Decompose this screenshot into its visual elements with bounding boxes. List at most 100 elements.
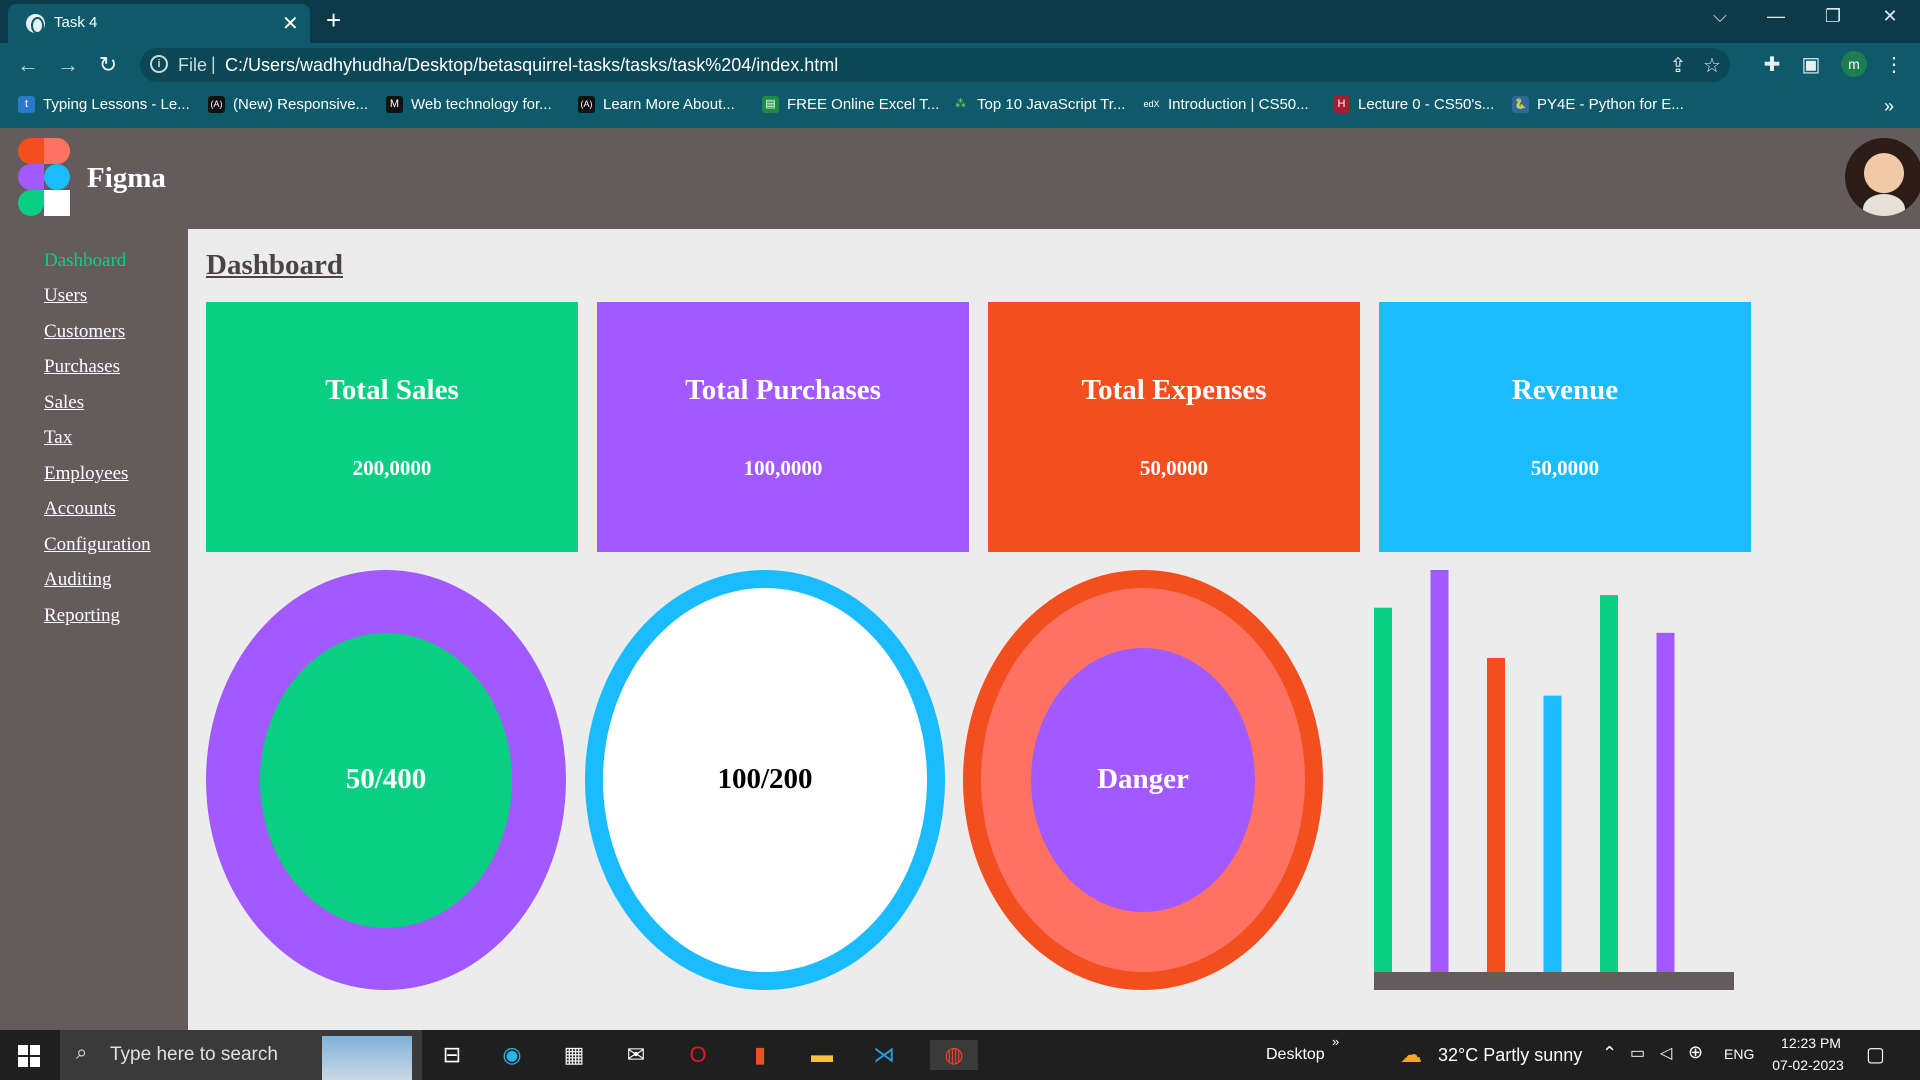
bookmark-item[interactable]: (A) Learn More About... xyxy=(578,96,735,113)
typing-icon: t xyxy=(18,96,35,113)
sidebar-item-tax[interactable]: Tax xyxy=(44,427,72,449)
mdn-icon: M xyxy=(386,96,403,113)
search-icon: ⌕ xyxy=(76,1042,88,1064)
site-info-icon[interactable]: i xyxy=(150,55,168,73)
harvard-icon: H xyxy=(1333,96,1350,113)
weather-text[interactable]: 32°C Partly sunny xyxy=(1438,1045,1582,1066)
sidebar-item-auditing[interactable]: Auditing xyxy=(44,569,112,591)
notifications-icon[interactable]: ▢ xyxy=(1866,1042,1885,1067)
sidebar: Dashboard Users Customers Purchases Sale… xyxy=(0,229,188,1030)
windows-start-icon[interactable] xyxy=(18,1045,40,1067)
fcc-icon: (A) xyxy=(578,96,595,113)
bookmark-item[interactable]: t Typing Lessons - Le... xyxy=(18,96,190,113)
sidebar-item-sales[interactable]: Sales xyxy=(44,392,84,414)
share-icon[interactable]: ⇪ xyxy=(1664,53,1692,78)
new-tab-button[interactable]: + xyxy=(326,5,341,36)
stat-card-value: 100,0000 xyxy=(743,456,823,480)
bookmarks-bar: t Typing Lessons - Le... (A) (New) Respons… xyxy=(0,88,1920,128)
bookmark-item[interactable]: (A) (New) Responsive... xyxy=(208,96,368,113)
browser-tab[interactable]: Task 4 ✕ xyxy=(8,4,310,43)
sidebar-item-purchases[interactable]: Purchases xyxy=(44,356,120,378)
close-window-button[interactable]: ✕ xyxy=(1868,6,1912,27)
chrome-icon[interactable]: ◍ xyxy=(930,1040,978,1070)
chart-bar xyxy=(1487,657,1505,972)
stat-card-total-purchases: Total Purchases 100,0000 xyxy=(597,302,969,552)
tab-search-button[interactable]: ⌵ xyxy=(1698,6,1742,27)
store-icon[interactable]: ▦ xyxy=(558,1040,590,1070)
progress-ring-danger: Danger xyxy=(963,570,1323,990)
search-placeholder: Type here to search xyxy=(110,1044,278,1065)
browser-tab-strip: Task 4 ✕ + ⌵ — ❐ ✕ xyxy=(0,0,1920,43)
page-title: Dashboard xyxy=(206,249,343,281)
sidebar-item-accounts[interactable]: Accounts xyxy=(44,498,116,520)
bookmark-item[interactable]: H Lecture 0 - CS50's... xyxy=(1333,96,1494,113)
taskbar-search[interactable]: ⌕ Type here to search xyxy=(60,1030,422,1080)
forward-icon[interactable]: → xyxy=(54,52,82,78)
sidebar-item-employees[interactable]: Employees xyxy=(44,463,128,485)
restore-button[interactable]: ❐ xyxy=(1811,6,1855,27)
stat-card-total-expenses: Total Expenses 50,0000 xyxy=(988,302,1360,552)
menu-icon[interactable]: ⋮ xyxy=(1880,52,1908,77)
clock-date[interactable]: 07-02-2023 xyxy=(1768,1057,1848,1073)
office-icon[interactable]: ▮ xyxy=(744,1040,776,1070)
network-icon[interactable]: ⊕ xyxy=(1688,1042,1703,1063)
stat-card-value: 50,0000 xyxy=(1139,456,1209,480)
chart-bar xyxy=(1374,607,1392,972)
extensions-icon[interactable]: ✚ xyxy=(1758,52,1786,77)
side-panel-icon[interactable]: ▣ xyxy=(1797,52,1825,77)
address-url[interactable]: C:/Users/wadhyhudha/Desktop/betasquirrel… xyxy=(225,55,838,76)
fcc-icon: (A) xyxy=(208,96,225,113)
sidebar-item-users[interactable]: Users xyxy=(44,285,87,307)
language-indicator[interactable]: ENG xyxy=(1724,1046,1754,1062)
sidebar-item-configuration[interactable]: Configuration xyxy=(44,534,151,556)
excel-icon: ▤ xyxy=(762,96,779,113)
bar-chart xyxy=(1374,570,1734,990)
opera-icon[interactable]: O xyxy=(682,1040,714,1070)
desktop-toolbar-label[interactable]: Desktop xyxy=(1266,1046,1325,1064)
figma-logo xyxy=(18,138,70,216)
browser-toolbar: ← → ↻ i File | C:/Users/wadhyhudha/Deskt… xyxy=(0,43,1920,88)
sidebar-item-reporting[interactable]: Reporting xyxy=(44,605,120,627)
reload-icon[interactable]: ↻ xyxy=(94,52,122,78)
bookmarks-overflow-icon[interactable]: » xyxy=(1884,96,1894,117)
progress-ring-purchases: 100/200 xyxy=(585,570,945,990)
globe-icon xyxy=(26,14,45,34)
sidebar-item-customers[interactable]: Customers xyxy=(44,321,125,343)
task-view-icon[interactable]: ⊟ xyxy=(436,1040,468,1070)
bookmark-item[interactable]: edX Introduction | CS50... xyxy=(1143,96,1308,113)
desktop-more-icon[interactable]: » xyxy=(1332,1034,1339,1049)
volume-icon[interactable]: ◁ xyxy=(1660,1043,1672,1063)
search-highlight-image xyxy=(322,1036,412,1080)
ring-label: 100/200 xyxy=(717,763,813,795)
minimize-button[interactable]: — xyxy=(1754,6,1798,27)
mail-icon[interactable]: ✉ xyxy=(620,1040,652,1070)
sidebar-item-dashboard[interactable]: Dashboard xyxy=(44,250,126,272)
battery-icon[interactable]: ▭ xyxy=(1630,1043,1645,1063)
stat-card-value: 200,0000 xyxy=(352,456,432,480)
clock-time[interactable]: 12:23 PM xyxy=(1776,1035,1846,1051)
tab-title: Task 4 xyxy=(54,14,98,31)
profile-avatar[interactable]: m xyxy=(1841,51,1867,77)
ring-label: Danger xyxy=(1097,763,1189,795)
app-header: Figma xyxy=(0,128,1920,229)
address-bar[interactable]: i File | C:/Users/wadhyhudha/Desktop/bet… xyxy=(140,48,1730,82)
bookmark-item[interactable]: M Web technology for... xyxy=(386,96,552,113)
address-scheme-label: File xyxy=(178,55,208,75)
vscode-icon[interactable]: ⋊ xyxy=(868,1040,900,1070)
back-icon[interactable]: ← xyxy=(14,52,42,78)
bookmark-item[interactable]: ⁂ Top 10 JavaScript Tr... xyxy=(952,96,1125,113)
python-icon: 🐍 xyxy=(1512,96,1529,113)
edge-icon[interactable]: ◉ xyxy=(496,1040,528,1070)
file-explorer-icon[interactable]: ▬ xyxy=(806,1040,838,1070)
bookmark-item[interactable]: ▤ FREE Online Excel T... xyxy=(762,96,939,113)
chart-bar xyxy=(1543,695,1562,972)
bookmark-item[interactable]: 🐍 PY4E - Python for E... xyxy=(1512,96,1684,113)
chart-bar xyxy=(1600,595,1618,972)
user-avatar[interactable] xyxy=(1845,138,1920,216)
chart-bar xyxy=(1656,632,1675,972)
tab-close-icon[interactable]: ✕ xyxy=(282,11,299,36)
tray-overflow-icon[interactable]: ⌃ xyxy=(1602,1043,1617,1064)
stat-card-title: Total Expenses xyxy=(1081,374,1267,406)
edx-icon: edX xyxy=(1143,99,1160,109)
bookmark-star-icon[interactable]: ☆ xyxy=(1698,53,1726,78)
